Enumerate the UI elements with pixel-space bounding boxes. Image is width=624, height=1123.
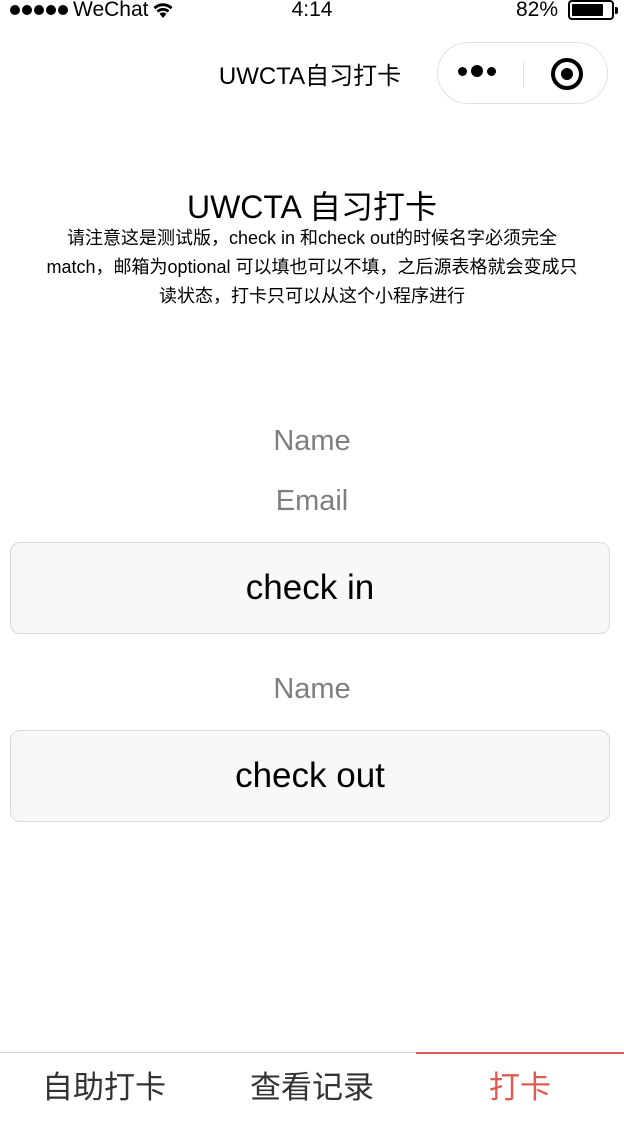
battery-icon [568, 0, 618, 20]
notice-text: 请注意这是测试版，check in 和check out的时候名字必须完全mat… [46, 228, 578, 306]
battery-level [572, 4, 604, 16]
check-out-button[interactable]: check out [10, 730, 610, 822]
checkout-name-input[interactable] [0, 669, 624, 709]
tab-view-records[interactable]: 查看记录 [208, 1053, 416, 1120]
capsule-divider [523, 60, 524, 88]
mini-program-capsule [437, 42, 608, 104]
check-in-button[interactable]: check in [10, 542, 610, 634]
checkin-email-input[interactable] [0, 481, 624, 521]
battery-group: 82% [515, 0, 618, 22]
status-bar: WeChat 4:14 82% [0, 0, 624, 22]
checkin-name-input[interactable] [0, 421, 624, 461]
tab-self-checkin[interactable]: 自助打卡 [0, 1053, 208, 1120]
tab-checkin[interactable]: 打卡 [416, 1052, 624, 1120]
more-options-icon[interactable] [458, 65, 496, 77]
page-title: UWCTA 自习打卡 [186, 189, 438, 225]
tab-bar: 自助打卡 查看记录 打卡 [0, 1052, 624, 1120]
close-mini-program-icon[interactable] [551, 58, 583, 90]
battery-percent: 82% [515, 0, 558, 21]
